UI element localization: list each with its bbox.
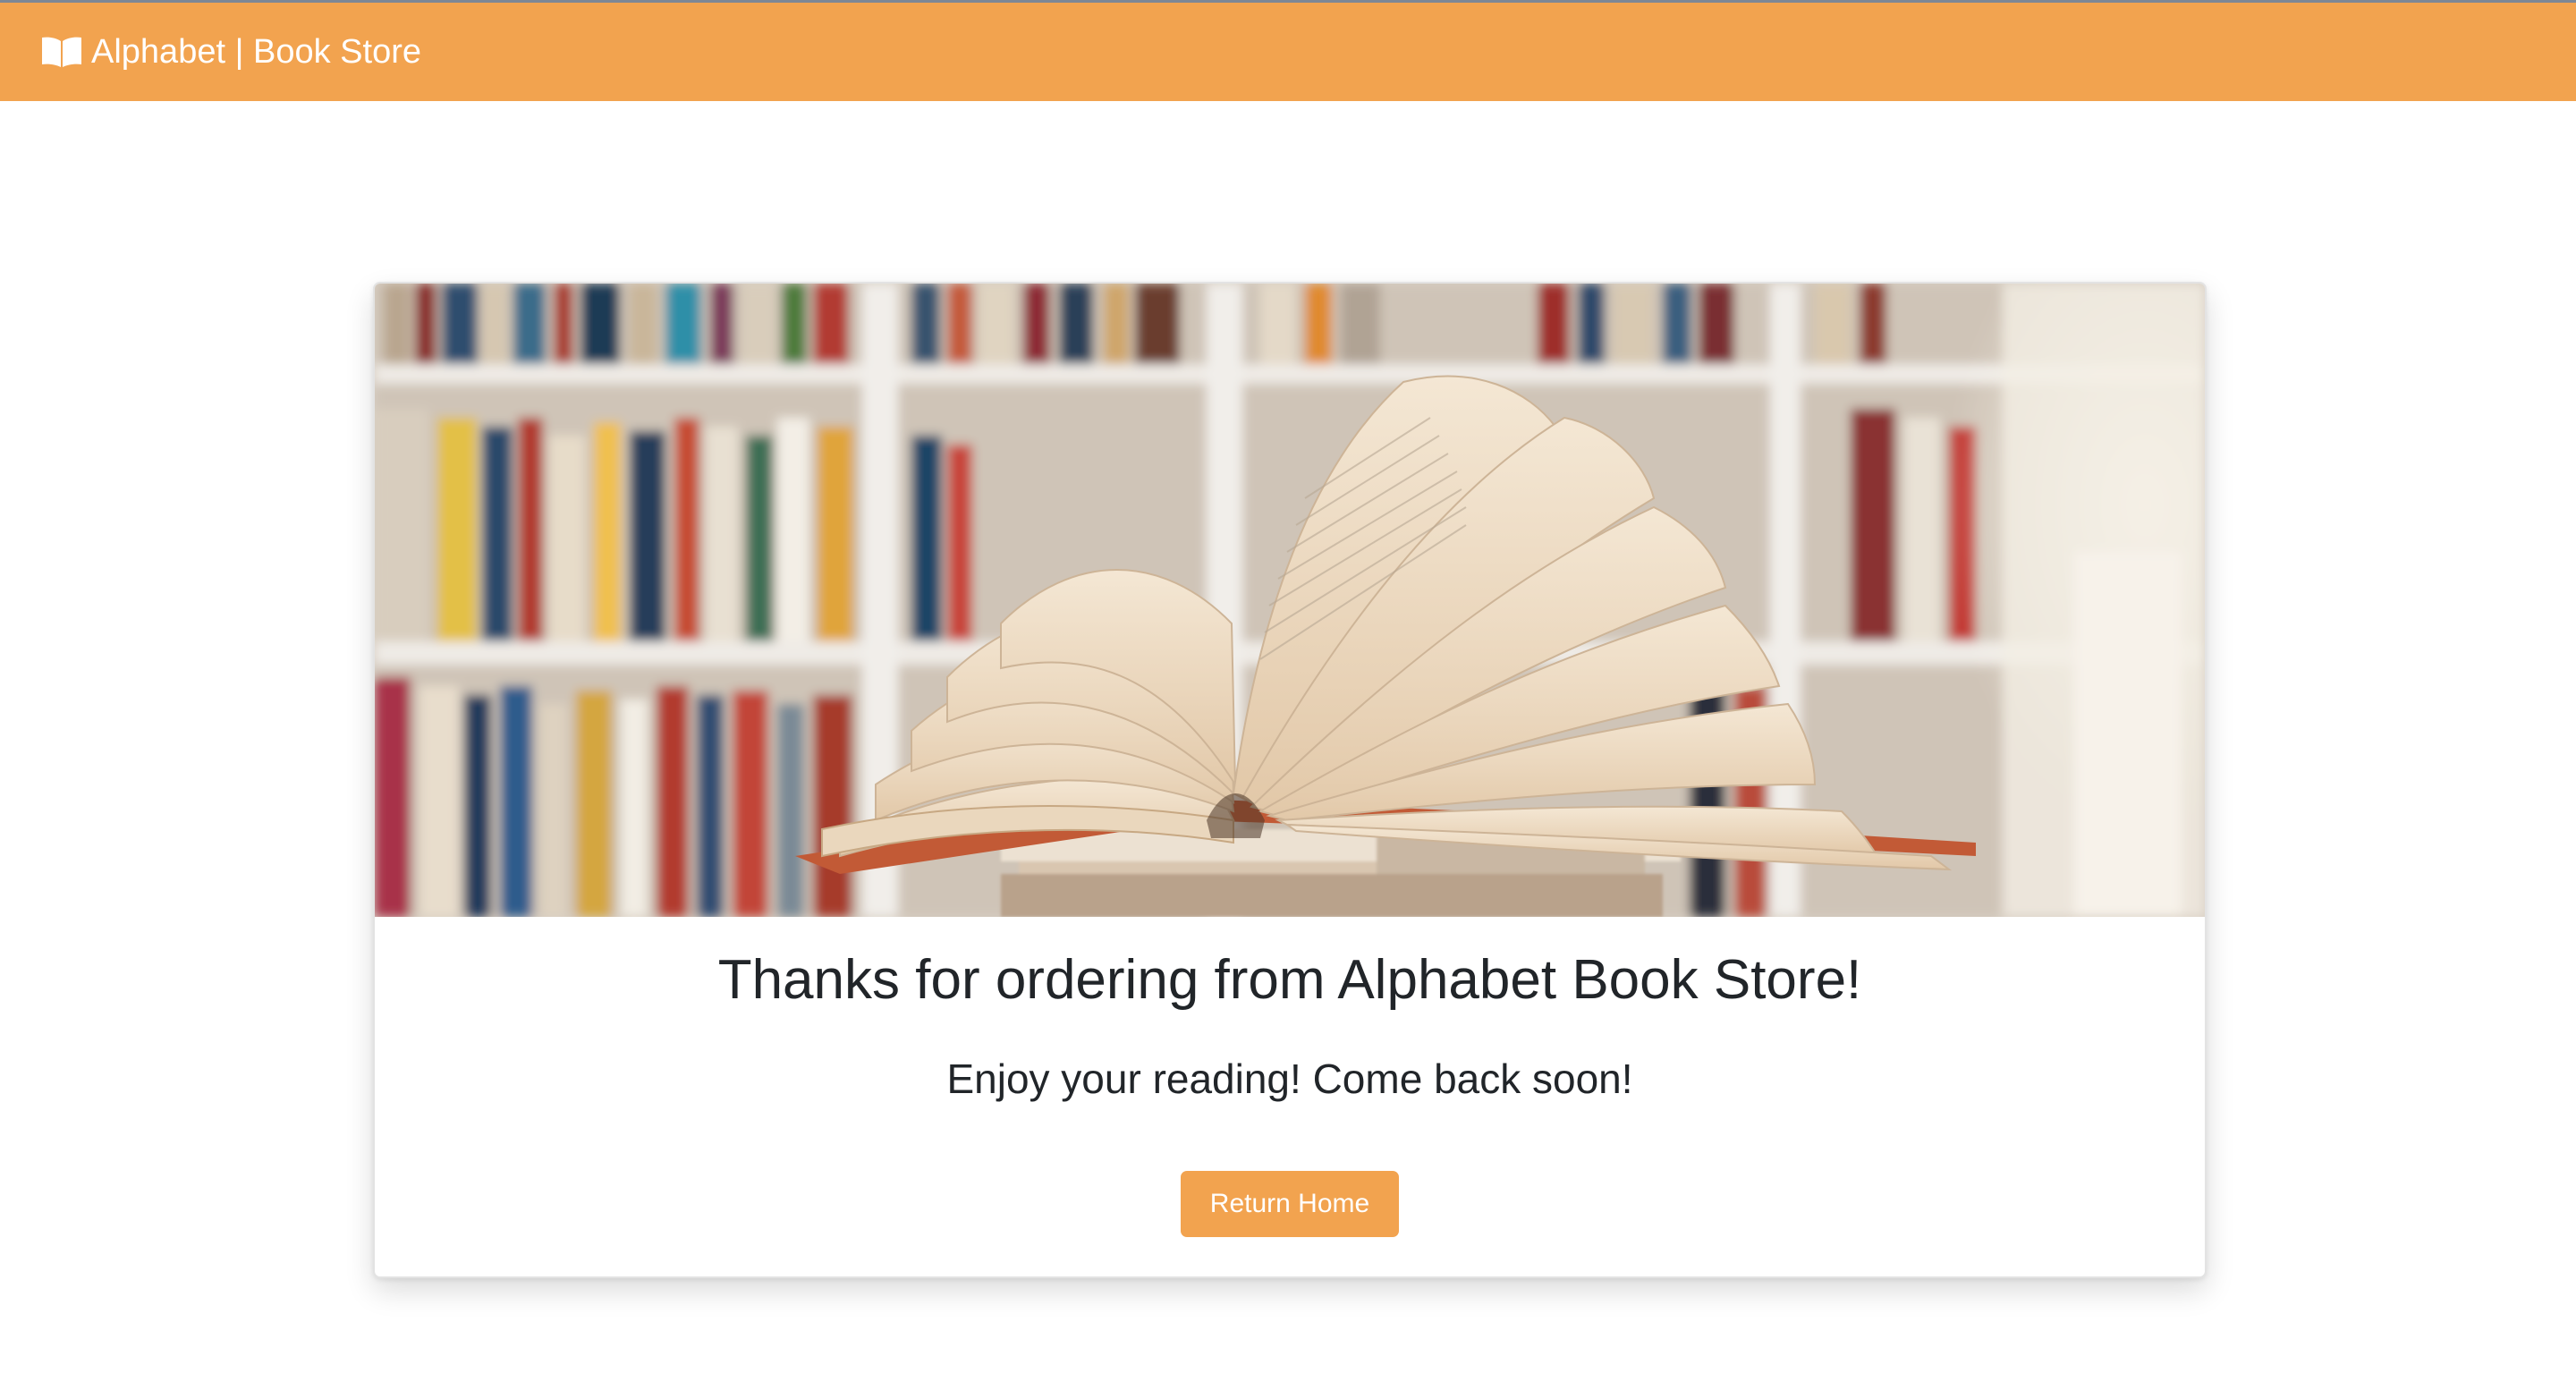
confirmation-card: Thanks for ordering from Alphabet Book S… bbox=[373, 282, 2207, 1278]
open-book-icon bbox=[41, 36, 82, 68]
thank-you-subtitle: Enjoy your reading! Come back soon! bbox=[946, 1056, 1633, 1102]
return-home-button[interactable]: Return Home bbox=[1181, 1171, 1399, 1237]
brand-link[interactable]: Alphabet | Book Store bbox=[41, 33, 421, 72]
hero-image bbox=[375, 284, 2205, 917]
brand-label: Alphabet | Book Store bbox=[91, 32, 421, 71]
thank-you-title: Thanks for ordering from Alphabet Book S… bbox=[717, 949, 1862, 1011]
navbar: Alphabet | Book Store bbox=[0, 3, 2576, 101]
